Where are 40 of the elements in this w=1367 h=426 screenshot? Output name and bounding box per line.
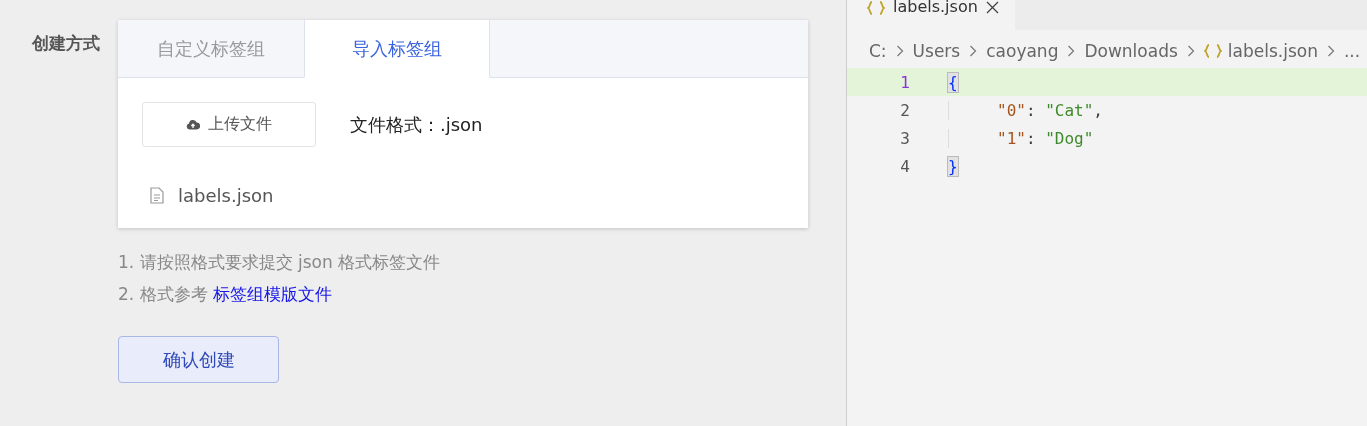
template-link[interactable]: 标签组模版文件 (213, 284, 333, 304)
code-token: "1" (997, 128, 1026, 148)
breadcrumb-item[interactable]: Downloads (1084, 41, 1178, 61)
chevron-icon (1186, 45, 1195, 57)
hint-text: 1. 请按照格式要求提交 json 格式标签文件 (118, 251, 442, 274)
breadcrumb-item[interactable]: C: (869, 41, 887, 61)
code-token: "Cat" (1045, 100, 1094, 120)
file-name[interactable]: labels.json (178, 185, 274, 206)
breadcrumb-item[interactable]: Users (912, 41, 961, 61)
chevron-icon (1067, 45, 1076, 57)
document-icon (150, 187, 164, 204)
code-token: : (1025, 100, 1037, 120)
chevron-icon (1326, 45, 1335, 57)
braces-icon (1203, 44, 1222, 58)
chevron-icon (895, 45, 904, 57)
code-token: : (1025, 128, 1037, 148)
line-number: 1 (899, 72, 911, 92)
breadcrumb-item[interactable]: caoyang (986, 41, 1059, 61)
close-icon[interactable] (985, 1, 999, 14)
chevron-icon (969, 45, 978, 57)
confirm-button[interactable]: 确认创建 (118, 336, 279, 383)
format-note: 文件格式：.json (350, 112, 483, 137)
line-number: 2 (899, 100, 911, 120)
form-label: 创建方式 (32, 32, 100, 55)
editor-tab[interactable]: labels.json (847, 0, 1015, 30)
line-number: 4 (899, 156, 911, 176)
code-token: "Dog" (1045, 128, 1094, 148)
tab[interactable]: 导入标签组 (304, 20, 490, 78)
braces-icon (867, 1, 885, 15)
hint-text: 2. 格式参考 标签组模版文件 (118, 283, 334, 306)
cloud-upload-icon (186, 119, 200, 130)
code-token: } (948, 156, 958, 176)
code-token: "0" (997, 100, 1026, 120)
breadcrumb-item[interactable]: labels.json (1227, 41, 1318, 61)
line-number: 3 (899, 128, 911, 148)
tab-title: labels.json (893, 0, 978, 14)
upload-button[interactable]: 上传文件 (142, 102, 316, 147)
code-token: , (1093, 100, 1103, 120)
code-token: { (948, 72, 958, 92)
breadcrumb-item[interactable]: ... (1343, 41, 1361, 61)
